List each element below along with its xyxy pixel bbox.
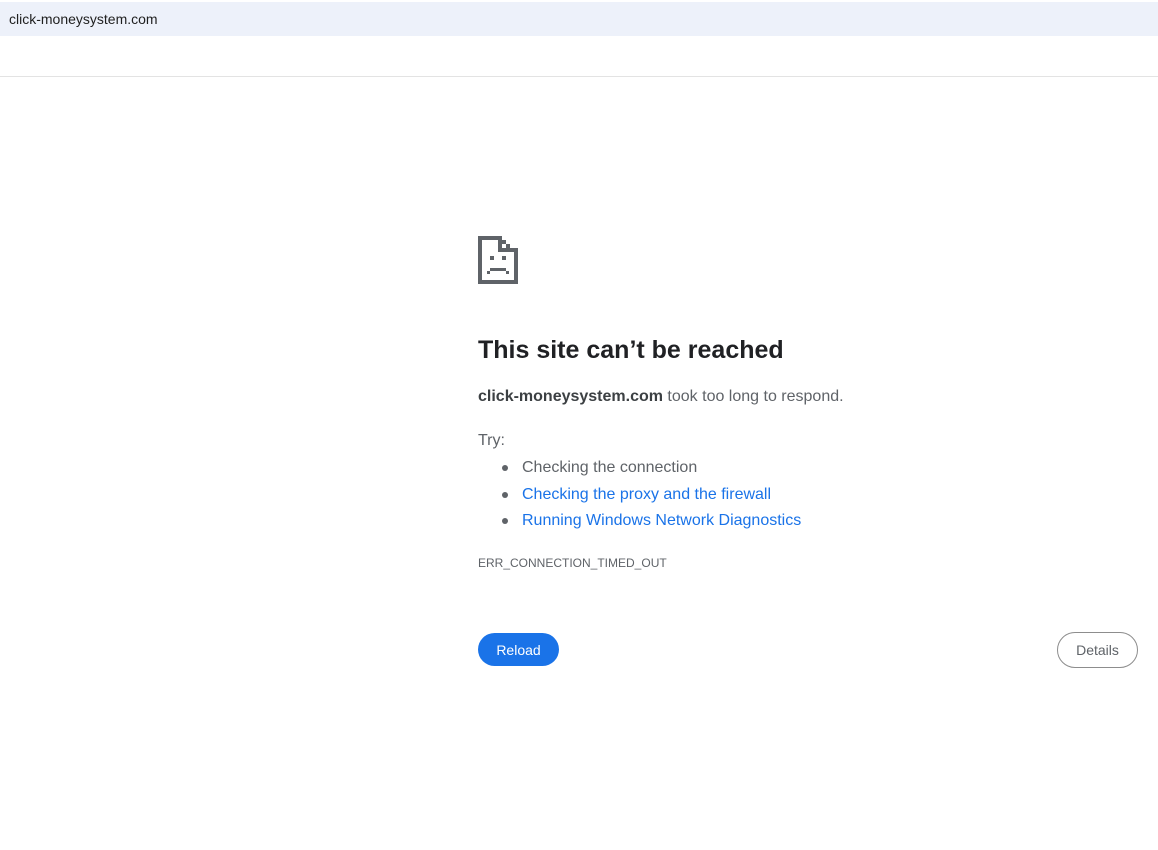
suggestion-check-connection: Checking the connection xyxy=(522,459,698,476)
try-label: Try: xyxy=(478,432,505,449)
error-message-text: took too long to respond. xyxy=(662,388,844,405)
suggestions-list: Checking the connection Checking the pro… xyxy=(478,456,801,536)
bullet-icon xyxy=(502,491,508,498)
reload-button[interactable]: Reload xyxy=(478,633,559,666)
details-button[interactable]: Details xyxy=(1057,632,1138,668)
sad-page-icon xyxy=(478,236,518,284)
toolbar-divider xyxy=(0,76,1158,77)
bullet-icon xyxy=(502,518,508,524)
suggestion-proxy-firewall-link[interactable]: Checking the proxy and the firewall xyxy=(522,486,771,503)
suggestion-network-diagnostics-link[interactable]: Running Windows Network Diagnostics xyxy=(522,512,801,529)
error-code: ERR_CONNECTION_TIMED_OUT xyxy=(478,556,667,570)
error-message: click-moneysystem.com took too long to r… xyxy=(478,388,844,406)
list-item: Checking the proxy and the firewall xyxy=(478,483,801,510)
address-bar[interactable]: click-moneysystem.com xyxy=(0,2,1158,36)
error-title: This site can’t be reached xyxy=(478,336,784,364)
address-url[interactable]: click-moneysystem.com xyxy=(9,11,158,27)
bullet-icon xyxy=(502,465,508,471)
error-host: click-moneysystem.com xyxy=(478,388,663,405)
list-item: Checking the connection xyxy=(478,456,801,483)
list-item: Running Windows Network Diagnostics xyxy=(478,509,801,536)
